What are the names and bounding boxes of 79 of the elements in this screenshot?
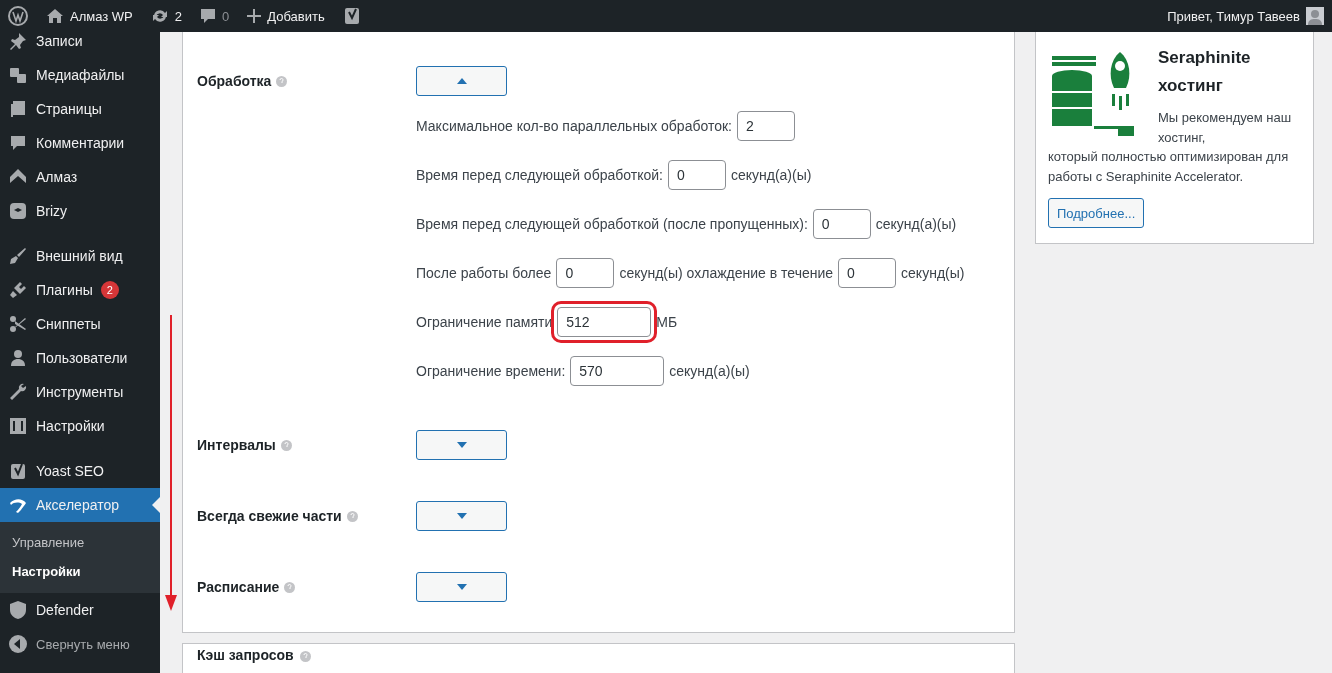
greeting-link[interactable]: Привет, Тимур Тавеев <box>1167 8 1300 24</box>
plug-icon <box>8 280 28 300</box>
field-label: Ограничение времени: <box>416 363 566 379</box>
group-label: Расписание <box>197 579 280 595</box>
sidebar-item[interactable]: Сниппеты <box>0 307 160 341</box>
sidebar-item[interactable]: Алмаз <box>0 160 160 194</box>
sidebar-item[interactable]: Пользователи <box>0 341 160 375</box>
pages-icon <box>8 99 28 119</box>
scissors-icon <box>8 314 28 334</box>
brush-icon <box>8 246 28 266</box>
collapse-menu-button[interactable]: Свернуть меню <box>0 627 160 661</box>
expand-toggle-button[interactable] <box>416 430 507 460</box>
sidebar-item[interactable]: Медиафайлы <box>0 58 160 92</box>
field-label: Время перед следующей обработкой (после пропущенных): <box>416 216 808 232</box>
user-icon <box>8 348 28 368</box>
wrench-icon <box>8 382 28 402</box>
field-label: Ограничение памяти <box>416 314 553 330</box>
submenu-item[interactable]: Управление <box>0 528 160 557</box>
updates-count: 2 <box>174 8 183 24</box>
new-link[interactable]: Добавить <box>267 8 325 24</box>
group-label: Интервалы <box>197 437 276 453</box>
field-label: секунд(ы) охлаждение в течение <box>619 265 834 281</box>
caret-down-icon <box>456 442 467 448</box>
refresh-icon[interactable] <box>150 7 169 25</box>
promo-text: Мы рекомендуем наш хостинг, <box>1158 109 1293 147</box>
sidebar-item[interactable]: Yoast SEO <box>0 454 160 488</box>
sidebar-item[interactable]: Страницы <box>0 92 160 126</box>
yoast-icon <box>8 461 28 481</box>
group-label: Всегда свежие части <box>197 508 342 524</box>
field-label: секунд(а)(ы) <box>730 167 812 183</box>
number-field[interactable]: 0 <box>556 258 615 288</box>
shield-icon <box>8 600 28 620</box>
count-badge: 2 <box>100 281 119 299</box>
number-field[interactable]: 0 <box>812 209 871 239</box>
pin-icon <box>8 31 28 51</box>
layers-icon <box>8 201 28 221</box>
caret-down-icon <box>456 513 467 519</box>
yoast-icon[interactable] <box>342 7 361 25</box>
sidebar-item[interactable]: Плагины 2 <box>0 273 160 307</box>
expand-toggle-button[interactable] <box>416 572 507 602</box>
group-label: Обработка <box>197 73 272 89</box>
number-field[interactable]: 2 <box>737 111 795 141</box>
submenu-item[interactable]: Настройки <box>0 557 160 586</box>
number-field[interactable]: 570 <box>570 356 665 386</box>
number-field[interactable]: 0 <box>667 160 726 190</box>
expand-toggle-button[interactable] <box>416 66 507 96</box>
field-label: После работы более <box>416 265 552 281</box>
field-label: Максимальное кол-во параллельных обработок: <box>416 118 732 134</box>
field-label: МБ <box>656 314 678 330</box>
field-label: секунд(ы) <box>901 265 965 281</box>
sliders-icon <box>8 416 28 436</box>
sidebar-item[interactable]: Инструменты <box>0 375 160 409</box>
site-name-link[interactable]: Алмаз WP <box>70 8 133 24</box>
sidebar-item[interactable]: Внешний вид <box>0 239 160 273</box>
sidebar-item[interactable]: Комментарии <box>0 126 160 160</box>
collapse-icon <box>8 634 28 654</box>
sidebar-item[interactable]: Настройки <box>0 409 160 443</box>
home-icon[interactable] <box>46 8 64 24</box>
expand-toggle-button[interactable] <box>416 501 507 531</box>
caret-down-icon <box>456 584 467 590</box>
comments-count: 0 <box>222 8 230 24</box>
field-label: секунд(а)(ы) <box>669 363 750 379</box>
number-field[interactable]: 0 <box>838 258 897 288</box>
wordpress-logo-icon[interactable] <box>8 6 28 26</box>
media-icon <box>8 65 28 85</box>
plus-icon[interactable] <box>247 9 262 23</box>
comment-icon[interactable] <box>200 8 217 24</box>
field-label: секунд(а)(ы) <box>875 216 957 232</box>
sidebar-item[interactable]: Defender <box>0 593 160 627</box>
sidebar-item[interactable]: Акселератор <box>0 488 160 522</box>
promo-title: Seraphinite хостинг <box>1158 47 1252 97</box>
more-button[interactable]: Подробнее... <box>1048 198 1145 228</box>
comment-icon <box>8 133 28 153</box>
field-label: Время перед следующей обработкой: <box>416 167 663 183</box>
sidebar-item[interactable]: Brizy <box>0 194 160 228</box>
promo-text: который полностью оптимизирован для работы с Seraphinite Accelerator. <box>1048 148 1290 186</box>
panel-title: Кэш запросов <box>197 647 294 663</box>
sidebar-item[interactable]: Записи <box>0 24 160 58</box>
caret-up-icon <box>456 78 467 84</box>
